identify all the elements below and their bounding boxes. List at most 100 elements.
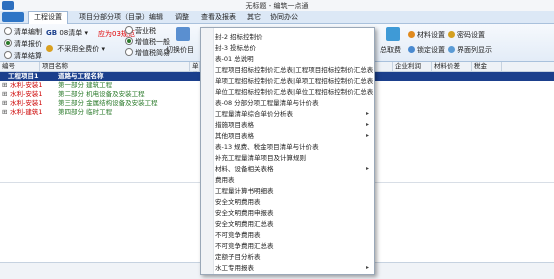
- radio-selected-icon[interactable]: [4, 39, 12, 47]
- vat-general-option[interactable]: 增值税一般: [125, 37, 170, 47]
- business-tax-option[interactable]: 营业税: [125, 26, 156, 36]
- report-menu-item[interactable]: 表-08 分部分项工程量清单与计价表: [215, 98, 373, 108]
- column-header-code[interactable]: 编号: [0, 62, 40, 71]
- column-header-unit[interactable]: 单位: [190, 62, 200, 79]
- report-menu-item[interactable]: 不可竞争费用表: [215, 230, 373, 240]
- report-menu-item[interactable]: 安全文明费用汇总表: [215, 219, 373, 229]
- report-menu-item-label: 单项工程招标控制价汇总表|单项工程招标控制价汇总表: [215, 77, 373, 85]
- report-menu-item[interactable]: 补充工程量清单项目及计算规则: [215, 153, 373, 163]
- expand-icon[interactable]: ⊞: [2, 81, 7, 90]
- report-menu-item-label: 费用表: [215, 176, 235, 184]
- column-header-tax[interactable]: 税金: [472, 62, 502, 71]
- material-settings-button[interactable]: 材料设置: [408, 30, 445, 40]
- menu-project-divisions[interactable]: 项目分部分项（目录）: [74, 12, 154, 22]
- report-menu-item[interactable]: 其他项目表格 ▸: [215, 131, 373, 141]
- summary-button[interactable]: 总取费: [380, 45, 401, 55]
- bill-edit-option[interactable]: 清单编制: [4, 27, 42, 37]
- report-menu-item[interactable]: 工程项目招标控制价汇总表|工程项目招标控制价汇总表: [215, 65, 373, 75]
- row-name: 第四部分 临时工程: [58, 108, 113, 116]
- row-code: 水利-安装1: [10, 81, 43, 89]
- report-menu-item-label: 表-08 分部分项工程量清单与计价表: [215, 99, 319, 107]
- expand-icon[interactable]: ⊞: [2, 90, 7, 99]
- report-menu-item-label: 措施项目表格: [215, 121, 254, 129]
- menu-edit[interactable]: 编辑: [144, 12, 168, 22]
- material-icon: [408, 31, 415, 38]
- report-menu-item-label: 单位工程招标控制价汇总表|单位工程招标控制价汇总表: [215, 88, 373, 96]
- vat-simple-option[interactable]: 增值税简易: [125, 48, 170, 58]
- report-menu-item[interactable]: 工程量计算书明细表: [215, 186, 373, 196]
- expand-icon[interactable]: ⊞: [2, 99, 7, 108]
- report-menu-item-label: 安全文明费用申报表: [215, 209, 274, 217]
- menu-collaboration[interactable]: 协同办公: [265, 12, 303, 22]
- report-menu-item-label: 表-01 总说明: [215, 55, 254, 63]
- password-settings-button[interactable]: 密码设置: [448, 30, 485, 40]
- report-menu-item-label: 封-2 招标控制价: [215, 33, 263, 41]
- radio-icon[interactable]: [4, 51, 12, 59]
- report-menu-item[interactable]: 费用表: [215, 175, 373, 185]
- row-name: 第三部分 金属结构设备及安装工程: [58, 99, 158, 107]
- column-header-name[interactable]: 项目名称: [40, 62, 190, 71]
- report-menu-item[interactable]: 安全文明费用表: [215, 197, 373, 207]
- expand-icon[interactable]: ⊞: [2, 108, 7, 117]
- report-menu-item[interactable]: 表-01 总说明: [215, 54, 373, 64]
- report-menu-item[interactable]: 单项工程招标控制价汇总表|单项工程招标控制价汇总表: [215, 76, 373, 86]
- report-menu-item[interactable]: 表-13 规费、税金项目清单与计价表: [215, 142, 373, 152]
- reports-dropdown-menu: 封-2 招标控制价封-3 投标总价 表-01 总说明工程项目招标控制价汇总表|工程…: [200, 27, 375, 275]
- submenu-arrow-icon: ▸: [365, 165, 369, 172]
- report-menu-item-label: 工程量计算书明细表: [215, 187, 274, 195]
- lock-icon: [408, 46, 415, 53]
- submenu-arrow-icon: ▸: [365, 110, 369, 117]
- summary-icon[interactable]: [386, 27, 400, 41]
- bill-quote-option[interactable]: 清单报价: [4, 39, 42, 49]
- menu-other[interactable]: 其它: [242, 12, 266, 22]
- report-menu-item-label: 工程项目招标控制价汇总表|工程项目招标控制价汇总表: [215, 66, 373, 74]
- report-menu-item[interactable]: 水工专用报表 ▸: [215, 263, 373, 273]
- chevron-down-icon: ▾: [84, 29, 88, 37]
- report-menu-item[interactable]: 单位工程招标控制价汇总表|单位工程招标控制价汇总表: [215, 87, 373, 97]
- menu-adjust[interactable]: 调整: [170, 12, 194, 22]
- row-code: 水利-建筑1: [10, 108, 43, 116]
- switch-quota-button[interactable]: 切换价目: [166, 45, 194, 55]
- report-menu-item-label: 工程量清单综合单价分析表: [215, 110, 293, 118]
- report-menu-item[interactable]: 定额子目分析表: [215, 252, 373, 262]
- menu-project-settings[interactable]: 工程设置: [28, 11, 68, 24]
- radio-icon[interactable]: [4, 27, 12, 35]
- window-title: 无标题 - 编筑一点通: [245, 2, 309, 10]
- project-code: 工程项目1: [8, 72, 39, 80]
- settings-icon: [46, 45, 53, 52]
- report-menu-item-label: 定额子目分析表: [215, 253, 261, 261]
- report-menu-item-label: 表-13 规费、税金项目清单与计价表: [215, 143, 319, 151]
- report-menu-item-label: 安全文明费用表: [215, 198, 261, 206]
- menu-view-reports[interactable]: 查看及报表: [196, 12, 241, 22]
- report-menu-item-label: 水工专用报表: [215, 264, 254, 272]
- radio-icon[interactable]: [125, 26, 133, 34]
- row-name: 第一部分 建筑工程: [58, 81, 113, 89]
- report-menu-item-label: 材料、设备相关表格: [215, 165, 274, 173]
- report-menu-item[interactable]: 措施项目表格 ▸: [215, 120, 373, 130]
- radio-selected-icon[interactable]: [125, 37, 133, 45]
- column-header-profit[interactable]: 企业利润: [392, 62, 432, 71]
- report-menu-item[interactable]: 材料、设备相关表格 ▸: [215, 164, 373, 174]
- row-code: 水利-安装1: [10, 99, 43, 107]
- submenu-arrow-icon: ▸: [365, 132, 369, 139]
- report-menu-item-label: 其他项目表格: [215, 132, 254, 140]
- report-menu-item-label: 不可竞争费用汇总表: [215, 242, 274, 250]
- report-menu-item[interactable]: 不可竞争费用汇总表: [215, 241, 373, 251]
- report-menu-item[interactable]: 工程量清单综合单价分析表 ▸: [215, 109, 373, 119]
- no-default-price-option[interactable]: 不采用全费价 ▾: [46, 44, 105, 54]
- bill-settle-option[interactable]: 清单结算: [4, 51, 42, 61]
- column-header-material-diff[interactable]: 材料价差: [432, 62, 472, 71]
- standard-selector[interactable]: GB 08清单 ▾: [46, 28, 88, 38]
- report-menu-item[interactable]: 安全文明费用申报表: [215, 208, 373, 218]
- lock-settings-button[interactable]: 锁定设置: [408, 45, 445, 55]
- switch-quota-icon[interactable]: [176, 27, 190, 41]
- submenu-arrow-icon: ▸: [365, 121, 369, 128]
- interface-display-button[interactable]: 界面列显示: [448, 45, 492, 55]
- report-menu-item[interactable]: 封-2 招标控制价: [215, 32, 373, 42]
- file-menu-button[interactable]: [2, 12, 24, 22]
- submenu-arrow-icon: ▸: [365, 264, 369, 271]
- key-icon: [448, 31, 455, 38]
- radio-icon[interactable]: [125, 48, 133, 56]
- project-name: 道路与工程名称: [58, 72, 104, 80]
- report-menu-item[interactable]: 封-3 投标总价: [215, 43, 373, 53]
